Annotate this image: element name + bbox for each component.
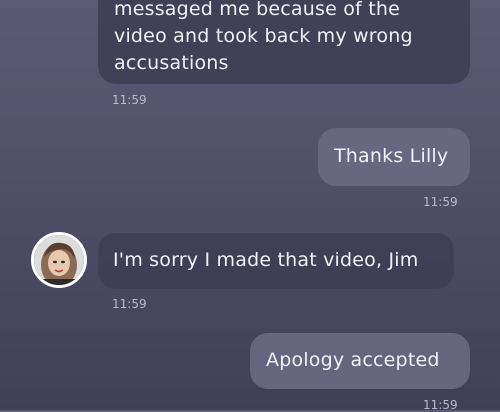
avatar-photo-icon [34, 235, 84, 285]
message-line: video and took back my wrong [114, 25, 413, 47]
message-bubble-outgoing[interactable]: Thanks Lilly [318, 128, 470, 186]
message-timestamp: 11:59 [112, 93, 147, 107]
message-text: Apology accepted [266, 349, 440, 371]
message-line: accusations [114, 52, 229, 74]
contact-avatar[interactable] [31, 232, 87, 288]
message-text: I'm sorry I made that video, Jim [113, 249, 419, 271]
chat-conversation: messaged me because of the video and too… [0, 0, 500, 412]
message-bubble-outgoing[interactable]: Apology accepted [250, 333, 470, 389]
message-bubble-incoming[interactable]: I'm sorry I made that video, Jim [98, 233, 454, 289]
message-bubble-incoming[interactable]: messaged me because of the video and too… [98, 0, 470, 84]
message-timestamp: 11:59 [112, 297, 147, 311]
message-text: Thanks Lilly [334, 145, 449, 167]
message-line: messaged me because of the [114, 0, 400, 20]
message-timestamp: 11:59 [423, 195, 458, 209]
